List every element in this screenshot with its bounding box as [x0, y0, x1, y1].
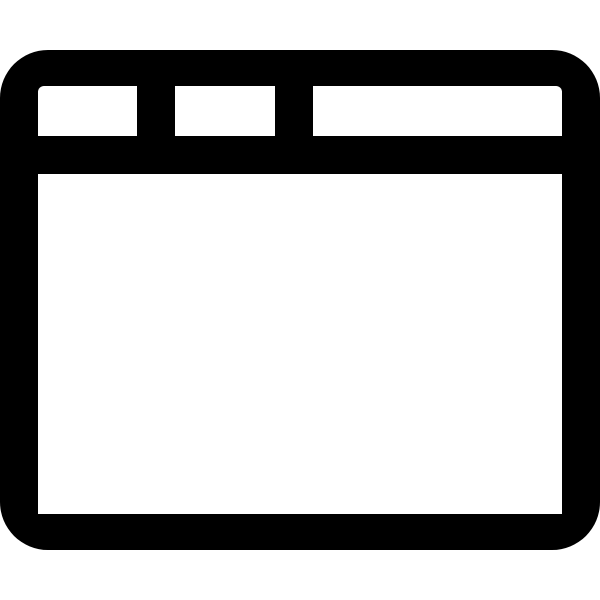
tab-2 [175, 86, 275, 136]
content-pane-bottom-corners [38, 174, 562, 514]
tab-3-bottom-fill [313, 110, 562, 136]
tab-separator-1 [137, 70, 175, 160]
browser-window-icon [0, 50, 600, 550]
icon-canvas [0, 0, 600, 600]
tab-1-bottom-fill [38, 110, 137, 136]
tab-separator-2 [275, 70, 313, 160]
